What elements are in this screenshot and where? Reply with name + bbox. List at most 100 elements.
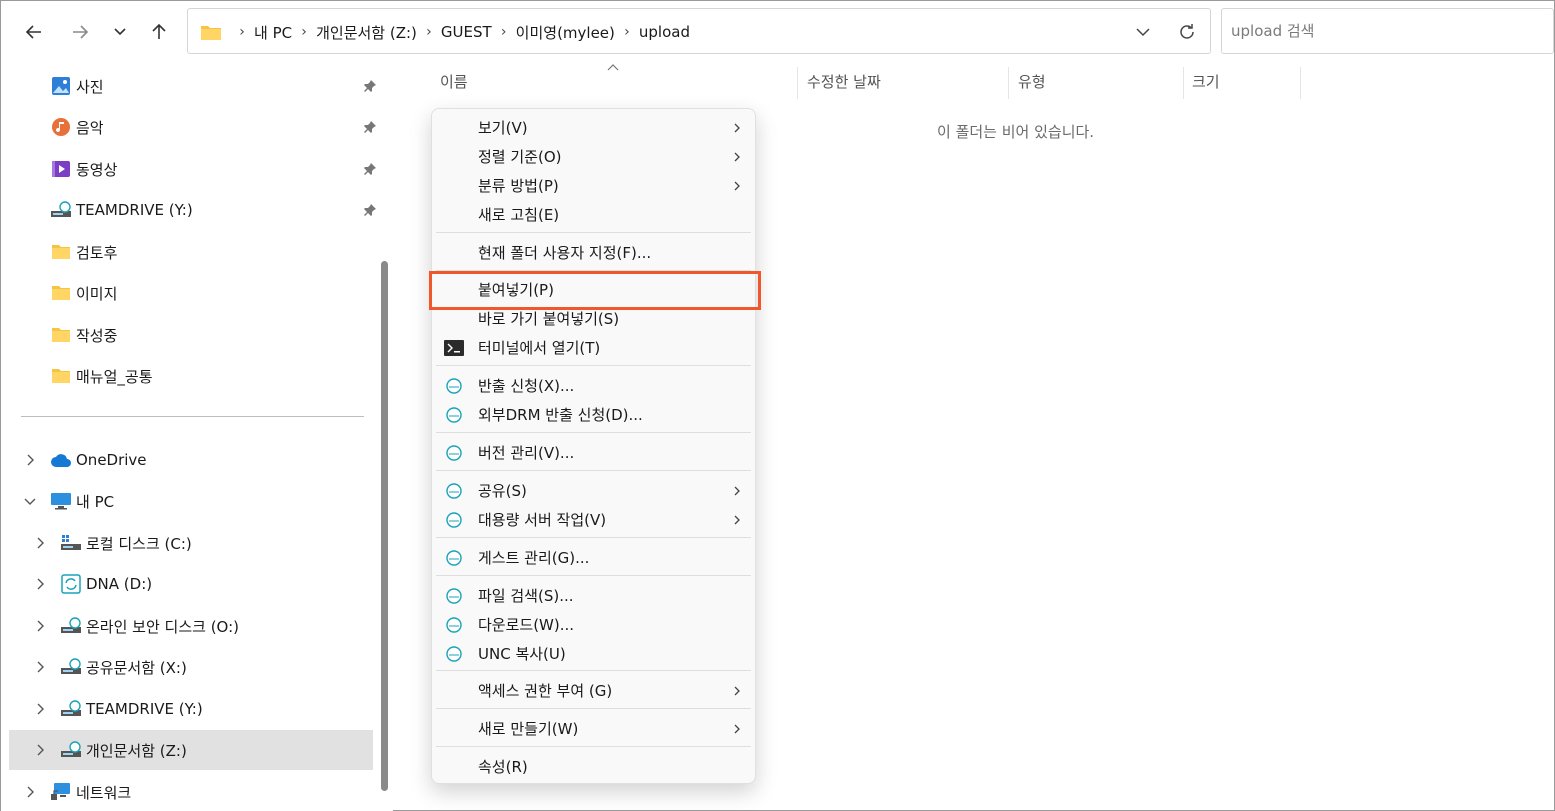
- menu-item-new[interactable]: 새로 만들기(W): [432, 714, 755, 743]
- menu-item-label: 게스트 관리(G)...: [478, 549, 590, 567]
- menu-item-sort-by[interactable]: 정렬 기준(O): [432, 142, 755, 171]
- folder-icon: [201, 25, 221, 40]
- menu-item-label: UNC 복사(U): [478, 645, 566, 663]
- sidebar-item-personal-z[interactable]: 개인문서함 (Z:): [9, 730, 373, 770]
- refresh-button[interactable]: [1176, 21, 1198, 43]
- column-divider[interactable]: [1183, 67, 1184, 99]
- address-history-button[interactable]: [1132, 21, 1154, 43]
- chevron-right-icon[interactable]: [33, 619, 47, 633]
- column-header-date[interactable]: 수정한 날짜: [807, 61, 881, 101]
- chevron-right-icon[interactable]: [33, 702, 47, 716]
- menu-item-properties[interactable]: 속성(R): [432, 752, 755, 781]
- search-input[interactable]: [1222, 9, 1553, 53]
- menu-item-view[interactable]: 보기(V): [432, 113, 755, 142]
- chevron-right-icon[interactable]: ›: [492, 24, 516, 40]
- sidebar-item-label: 내 PC: [76, 492, 115, 511]
- menu-item-version-management[interactable]: 버전 관리(V)...: [432, 438, 755, 467]
- sidebar-item-pictures[interactable]: 사진: [9, 66, 376, 106]
- menu-item-label: 액세스 권한 부여 (G): [478, 682, 613, 700]
- sidebar-item-folder-images[interactable]: 이미지: [9, 273, 373, 313]
- sidebar-scrollbar[interactable]: [381, 261, 388, 791]
- crumb-guest[interactable]: GUEST: [441, 23, 492, 41]
- sidebar-item-teamdrive-y[interactable]: TEAMDRIVE (Y:): [9, 689, 373, 729]
- sidebar-item-videos[interactable]: 동영상: [9, 149, 376, 189]
- chevron-right-icon[interactable]: ›: [417, 24, 441, 40]
- sidebar-item-shared-x[interactable]: 공유문서함 (X:): [9, 647, 373, 687]
- menu-item-label: 대용량 서버 작업(V): [478, 511, 607, 529]
- back-button[interactable]: [19, 15, 49, 49]
- menu-item-refresh[interactable]: 새로 고침(E): [432, 200, 755, 229]
- folder-icon: [50, 325, 72, 345]
- sidebar-item-label: 이미지: [76, 284, 118, 303]
- doc-icon: [444, 586, 464, 606]
- menu-separator: [436, 575, 751, 576]
- sidebar-item-folder-review[interactable]: 검토후: [9, 232, 373, 272]
- sync-drive-icon: [60, 574, 82, 594]
- chevron-right-icon[interactable]: [23, 453, 37, 467]
- crumb-personal-drive[interactable]: 개인문서함 (Z:): [316, 22, 417, 43]
- menu-item-file-search[interactable]: 파일 검색(S)...: [432, 581, 755, 610]
- pin-icon[interactable]: [363, 162, 377, 176]
- column-header-name[interactable]: 이름: [440, 61, 468, 101]
- sidebar-item-label: OneDrive: [76, 451, 147, 469]
- menu-item-open-terminal[interactable]: 터미널에서 열기(T): [432, 333, 755, 362]
- local-disk-icon: [60, 533, 82, 553]
- arrow-up-icon: [152, 23, 166, 39]
- pin-icon[interactable]: [363, 120, 377, 134]
- context-menu: 보기(V) 정렬 기준(O) 분류 방법(P) 새로 고침(E) 현재 폴더 사…: [431, 108, 756, 784]
- sidebar-item-local-disk-c[interactable]: 로컬 디스크 (C:): [9, 523, 373, 563]
- network-icon: [50, 782, 72, 802]
- column-divider[interactable]: [1300, 67, 1301, 99]
- chevron-right-icon[interactable]: ›: [615, 24, 639, 40]
- menu-item-group-by[interactable]: 분류 방법(P): [432, 171, 755, 200]
- menu-separator: [436, 365, 751, 366]
- column-header-type[interactable]: 유형: [1018, 61, 1046, 101]
- menu-item-guest-management[interactable]: 게스트 관리(G)...: [432, 543, 755, 572]
- recent-locations-button[interactable]: [105, 15, 135, 49]
- chevron-right-icon[interactable]: [33, 660, 47, 674]
- sidebar-item-network[interactable]: 네트워크: [9, 772, 373, 811]
- sidebar-item-music[interactable]: 음악: [9, 107, 376, 147]
- empty-folder-message: 이 폴더는 비어 있습니다.: [937, 123, 1095, 141]
- crumb-user[interactable]: 이미영(mylee): [516, 22, 615, 43]
- menu-item-export-request[interactable]: 반출 신청(X)...: [432, 371, 755, 400]
- menu-item-large-server-task[interactable]: 대용량 서버 작업(V): [432, 505, 755, 534]
- sidebar-item-onedrive[interactable]: OneDrive: [9, 440, 373, 480]
- submenu-arrow-icon: [732, 122, 742, 134]
- menu-item-grant-access[interactable]: 액세스 권한 부여 (G): [432, 676, 755, 705]
- chevron-right-icon[interactable]: ›: [292, 24, 316, 40]
- doc-icon: [444, 443, 464, 463]
- up-button[interactable]: [144, 15, 174, 49]
- search-box[interactable]: [1221, 8, 1554, 54]
- menu-item-customize-folder[interactable]: 현재 폴더 사용자 지정(F)...: [432, 238, 755, 267]
- chevron-right-icon[interactable]: [33, 577, 47, 591]
- menu-item-unc-copy[interactable]: UNC 복사(U): [432, 639, 755, 668]
- column-divider[interactable]: [797, 67, 798, 99]
- sidebar-item-my-pc[interactable]: 내 PC: [9, 481, 373, 521]
- chevron-down-icon[interactable]: [23, 494, 37, 508]
- chevron-right-icon[interactable]: [33, 536, 47, 550]
- crumb-my-pc[interactable]: 내 PC: [254, 22, 292, 43]
- menu-item-download[interactable]: 다운로드(W)...: [432, 610, 755, 639]
- menu-separator: [436, 746, 751, 747]
- sort-ascending-icon: [607, 64, 619, 71]
- sidebar-item-folder-manual[interactable]: 매뉴얼_공통: [9, 356, 373, 396]
- column-divider[interactable]: [1008, 67, 1009, 99]
- menu-item-external-drm-export[interactable]: 외부DRM 반출 신청(D)...: [432, 400, 755, 429]
- pin-icon[interactable]: [363, 79, 377, 93]
- sidebar-item-secure-disk-o[interactable]: 온라인 보안 디스크 (O:): [9, 606, 373, 646]
- column-header-size[interactable]: 크기: [1192, 61, 1220, 101]
- address-bar[interactable]: › 내 PC › 개인문서함 (Z:) › GUEST › 이미영(mylee)…: [187, 8, 1211, 54]
- sidebar-item-label: 사진: [76, 77, 104, 96]
- crumb-upload[interactable]: upload: [639, 23, 690, 41]
- sidebar-item-teamdrive[interactable]: TEAMDRIVE (Y:): [9, 190, 376, 230]
- breadcrumb: › 내 PC › 개인문서함 (Z:) › GUEST › 이미영(mylee)…: [200, 9, 690, 55]
- sidebar-item-folder-drafting[interactable]: 작성중: [9, 315, 373, 355]
- forward-button[interactable]: [65, 15, 95, 49]
- pin-icon[interactable]: [363, 203, 377, 217]
- chevron-right-icon[interactable]: [33, 743, 47, 757]
- menu-item-share[interactable]: 공유(S): [432, 476, 755, 505]
- menu-item-label: 다운로드(W)...: [478, 616, 575, 634]
- chevron-right-icon[interactable]: [23, 785, 37, 799]
- sidebar-item-dna-d[interactable]: DNA (D:): [9, 564, 373, 604]
